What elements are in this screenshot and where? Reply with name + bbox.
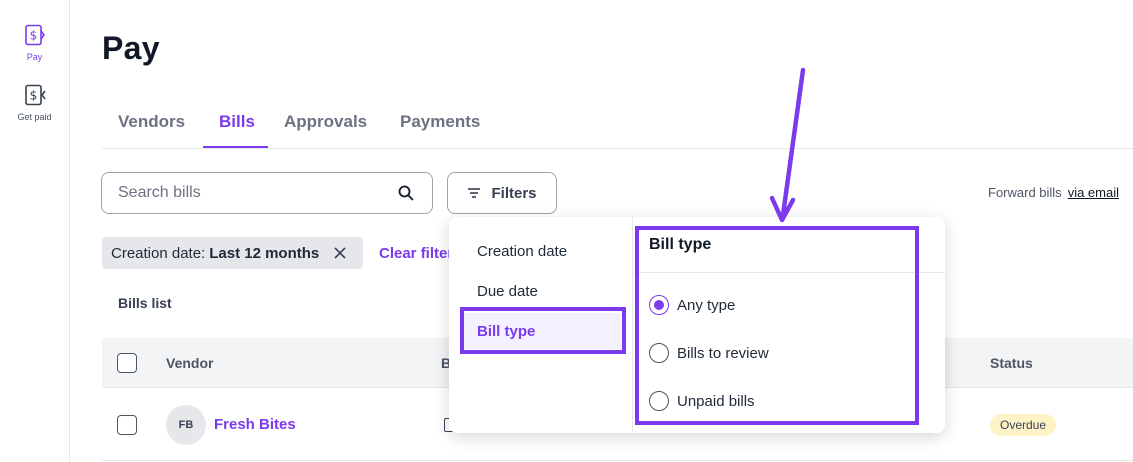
svg-text:$: $: [29, 29, 37, 43]
bills-list-title: Bills list: [118, 295, 172, 311]
filter-categories: Creation date Due date Bill type: [449, 217, 633, 433]
page-title: Pay: [102, 30, 160, 66]
column-header-vendor[interactable]: Vendor: [166, 355, 213, 371]
filter-category-due-date[interactable]: Due date: [461, 273, 621, 309]
avatar: FB: [166, 405, 206, 445]
get-paid-icon: $: [24, 84, 46, 106]
forward-bills: Forward bills via email: [988, 185, 1119, 200]
tab-approvals[interactable]: Approvals: [284, 112, 367, 132]
sidebar: $ Pay $ Get paid: [0, 0, 70, 462]
column-header-status[interactable]: Status: [990, 355, 1033, 371]
close-icon[interactable]: [333, 246, 347, 260]
pay-icon: $: [24, 24, 45, 46]
sidebar-item-label: Get paid: [17, 112, 52, 122]
row-checkbox[interactable]: [117, 415, 137, 435]
filter-category-creation-date[interactable]: Creation date: [461, 233, 621, 269]
filter-chip-name: Creation date:: [111, 244, 206, 262]
tab-bar: Vendors Bills Approvals Payments: [102, 100, 1133, 149]
search-icon[interactable]: [398, 185, 414, 201]
sidebar-item-label: Pay: [26, 52, 43, 62]
filter-icon: [468, 188, 481, 198]
filters-label: Filters: [491, 184, 537, 202]
tab-vendors[interactable]: Vendors: [118, 112, 185, 132]
svg-text:$: $: [29, 89, 37, 103]
status-badge: Overdue: [990, 414, 1057, 436]
active-tab-indicator: [203, 146, 268, 148]
highlight-box: [635, 226, 919, 425]
filter-dropdown: Creation date Due date Bill type Bill ty…: [449, 217, 945, 433]
tab-bills[interactable]: Bills: [219, 112, 255, 132]
vendor-link[interactable]: Fresh Bites: [214, 416, 296, 433]
search-box: [101, 172, 433, 214]
filter-chip: Creation date: Last 12 months: [102, 237, 363, 269]
select-all-checkbox[interactable]: [117, 353, 137, 373]
annotation-arrow: [769, 67, 806, 223]
tab-payments[interactable]: Payments: [400, 112, 480, 132]
via-email-link[interactable]: via email: [1068, 185, 1119, 200]
forward-bills-text: Forward bills: [988, 185, 1062, 200]
sidebar-item-get-paid[interactable]: $ Get paid: [0, 84, 69, 122]
sidebar-item-pay[interactable]: $ Pay: [0, 24, 69, 62]
filter-chip-value: Last 12 months: [209, 244, 320, 262]
search-input[interactable]: [118, 173, 388, 213]
filters-button[interactable]: Filters: [447, 172, 557, 214]
highlight-box: [460, 307, 626, 354]
